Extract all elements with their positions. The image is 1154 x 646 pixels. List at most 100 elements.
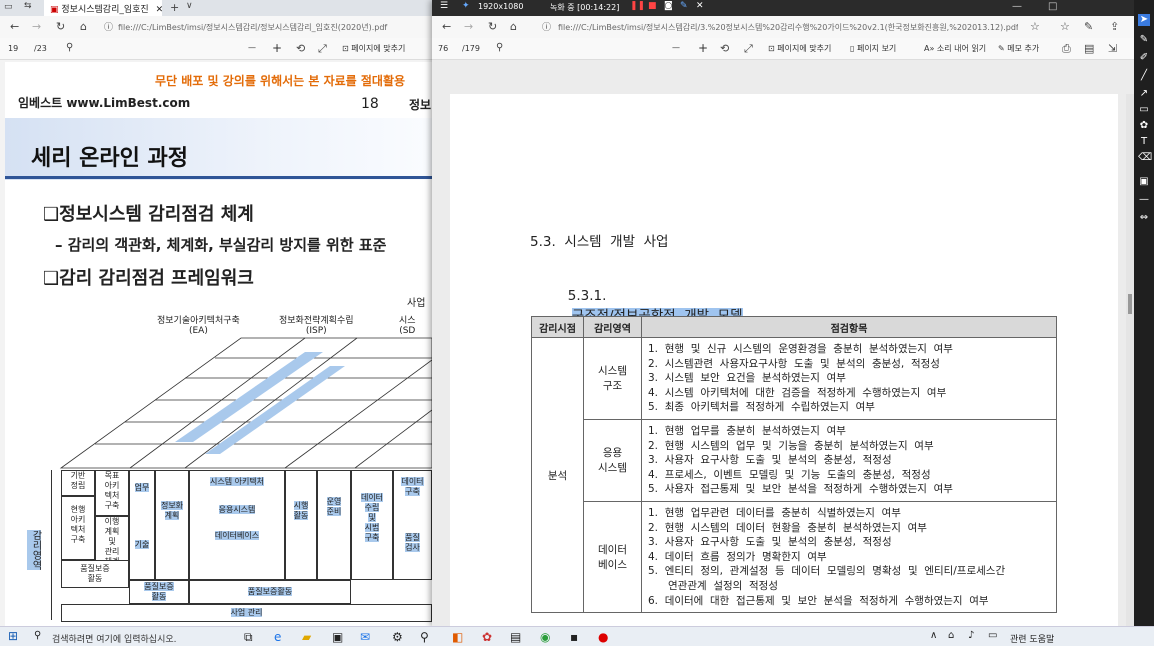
slide-sub-1: – 감리의 객관화, 체계화, 부실감리 방지를 위한 표준	[55, 236, 387, 254]
marker-tool-icon[interactable]: ✐	[1138, 52, 1150, 64]
fullscreen-icon[interactable]: ⤢	[318, 42, 327, 56]
search-icon[interactable]: ⚲	[66, 42, 73, 53]
right-page-total: /179	[462, 44, 480, 53]
whiteboard-tool-icon[interactable]: ▣	[1138, 176, 1150, 188]
rotate-icon[interactable]: ⟲	[296, 42, 305, 55]
close-tab-icon[interactable]: ✕	[156, 5, 164, 15]
right-forward-icon[interactable]: →	[464, 20, 473, 33]
right-zoom-out-button[interactable]: —	[672, 43, 680, 52]
right-page-current[interactable]: 76	[438, 44, 448, 53]
battery-icon[interactable]: ▭	[988, 630, 997, 641]
palette-tool-icon[interactable]: ✿	[1138, 120, 1150, 132]
right-search-icon[interactable]: ⚲	[496, 42, 503, 53]
pause-icon[interactable]: ❚❚	[630, 1, 645, 11]
right-address-field[interactable]: file:///C:/LimBest/imsi/정보시스템감리/3.%20정보시…	[558, 22, 1018, 33]
settings-icon[interactable]: ⚙	[392, 630, 403, 644]
page-view-icon: ▯	[850, 44, 855, 53]
terminal-icon[interactable]: ▪	[570, 630, 578, 644]
save-icon[interactable]: ▤	[1084, 42, 1094, 55]
start-icon[interactable]: ⊞	[8, 629, 18, 643]
pin-icon[interactable]: ✦	[462, 1, 470, 11]
notes-icon[interactable]: ▤	[510, 630, 521, 644]
stop-icon[interactable]: ■	[648, 1, 657, 11]
edge-icon[interactable]: e	[274, 630, 281, 644]
text-tool-icon[interactable]: T	[1138, 136, 1150, 148]
doc-section-title: 5.3. 시스템 개발 사업	[530, 234, 669, 250]
window-menu-icon[interactable]: ▭	[4, 2, 13, 12]
rectangle-tool-icon[interactable]: ▭	[1138, 104, 1150, 116]
diagram-row1-a: 기반 정립	[61, 470, 95, 496]
divider-tool-icon[interactable]: —	[1138, 194, 1150, 206]
zoom-in-button[interactable]: +	[272, 41, 282, 55]
minimize-icon[interactable]: —	[1012, 1, 1022, 12]
page-view-button[interactable]: ▯ 페이지 보기	[850, 43, 896, 54]
office-icon[interactable]: ◧	[452, 630, 463, 644]
store-icon[interactable]: ▣	[332, 630, 343, 644]
right-scrollbar[interactable]	[1126, 94, 1134, 626]
left-address-field[interactable]: file:///C:/LimBest/imsi/정보시스템감리/정보시스템감리_…	[118, 22, 428, 33]
refresh-icon[interactable]: ↻	[56, 20, 65, 33]
right-pdf-window: ☰ ✦ 1920x1080 녹화 중 [00:14:22] ❚❚ ■ ◙ ✎ ✕…	[432, 0, 1134, 626]
right-rotate-icon[interactable]: ⟲	[720, 42, 729, 55]
new-tab-button[interactable]: +	[170, 1, 179, 14]
scrollbar-thumb[interactable]	[1128, 294, 1132, 314]
tray-chevron-icon[interactable]: ∧	[930, 630, 937, 641]
list-item: 4. 시스템 아키텍처에 대한 검증을 적정하게 수행하였는지 여부	[648, 386, 947, 399]
network-icon[interactable]: ⌂	[948, 630, 954, 641]
arrow-tool-icon[interactable]: ↗	[1138, 88, 1150, 100]
menu-icon[interactable]: ☰	[440, 1, 448, 11]
zoom-out-button[interactable]: —	[248, 43, 256, 52]
read-aloud-button[interactable]: A» 소리 내어 읽기	[924, 43, 986, 54]
print-icon[interactable]: ⎙	[1062, 42, 1071, 56]
collapse-tool-icon[interactable]: ⇔	[1138, 212, 1150, 224]
record-icon[interactable]: ●	[598, 630, 608, 644]
right-home-icon[interactable]: ⌂	[510, 20, 517, 33]
eraser-tool-icon[interactable]: ⌫	[1138, 152, 1152, 164]
taskbar-search-icon[interactable]: ⚲	[34, 630, 41, 641]
phase-cell: 분석	[531, 336, 584, 614]
mic-icon[interactable]: ♪	[968, 630, 974, 641]
explorer-icon[interactable]: ▰	[302, 630, 311, 644]
tab-dropdown-icon[interactable]: ∨	[186, 1, 193, 11]
right-back-icon[interactable]: ←	[442, 20, 451, 33]
share-icon[interactable]: ⇪	[1110, 20, 1119, 33]
line-tool-icon[interactable]: ╱	[1138, 70, 1150, 82]
read-aloud-label: 소리 내어 읽기	[936, 44, 987, 53]
pin-toolbar-icon[interactable]: ⇲	[1108, 42, 1117, 55]
left-page-total: /23	[34, 44, 47, 53]
forward-icon[interactable]: →	[32, 20, 41, 33]
right-fullscreen-icon[interactable]: ⤢	[744, 42, 753, 56]
mail-icon[interactable]: ✉	[360, 630, 370, 644]
task-view-icon[interactable]: ⧉	[244, 630, 253, 645]
favorites-bar-icon[interactable]: ☆	[1060, 20, 1070, 33]
tray-text[interactable]: 관련 도움말	[1010, 632, 1054, 645]
home-icon[interactable]: ⌂	[80, 20, 87, 33]
right-refresh-icon[interactable]: ↻	[488, 20, 497, 33]
items-cell-database: 1. 현행 업무관련 데이터를 충분히 식별하였는지 여부 2. 현행 시스템의…	[641, 500, 1057, 614]
left-fit-page-button[interactable]: ⊡ 페이지에 맞추기	[342, 43, 405, 54]
cursor-tool-icon[interactable]: ➤	[1138, 14, 1150, 26]
right-zoom-in-button[interactable]: +	[698, 41, 708, 55]
diagram-data2: 데이터 구축 품질 검사	[393, 470, 432, 580]
maximize-icon[interactable]: □	[1048, 1, 1057, 12]
taskbar-search-field[interactable]: 검색하려면 여기에 입력하십시오.	[52, 632, 177, 645]
back-icon[interactable]: ←	[10, 20, 19, 33]
favorite-star-icon[interactable]: ☆	[1030, 20, 1040, 33]
right-fit-page-button[interactable]: ⊡ 페이지에 맞추기	[768, 43, 831, 54]
tab-actions-icon[interactable]: ⇆	[24, 1, 32, 11]
left-tab-title: 정보시스템감리_임호진	[61, 5, 149, 15]
diagram-system-block: 시스템 아키텍처 응용시스템 데이터베이스	[189, 470, 285, 580]
camera-icon[interactable]: ◙	[664, 1, 673, 11]
left-page-current[interactable]: 19	[8, 44, 18, 53]
pen-icon[interactable]: ✎	[680, 1, 688, 11]
pen-note-icon[interactable]: ✎	[1084, 20, 1093, 33]
diagram-row1-b: 목표 아키 텍처 구축	[95, 470, 129, 516]
left-pdf-window: ▭ ⇆ ▣ 정보시스템감리_임호진 ✕ + ∨ ← → ↻ ⌂ ⓘ file:/…	[0, 0, 432, 626]
pencil-tool-icon[interactable]: ✎	[1138, 34, 1150, 46]
add-note-button[interactable]: ✎ 메모 추가	[998, 43, 1039, 54]
paint-icon[interactable]: ✿	[482, 630, 492, 644]
left-active-tab[interactable]: ▣ 정보시스템감리_임호진 ✕	[44, 0, 164, 16]
recorder-close-icon[interactable]: ✕	[696, 1, 704, 11]
recorder-app-icon[interactable]: ⚲	[420, 630, 429, 644]
chrome-icon[interactable]: ◉	[540, 630, 550, 644]
